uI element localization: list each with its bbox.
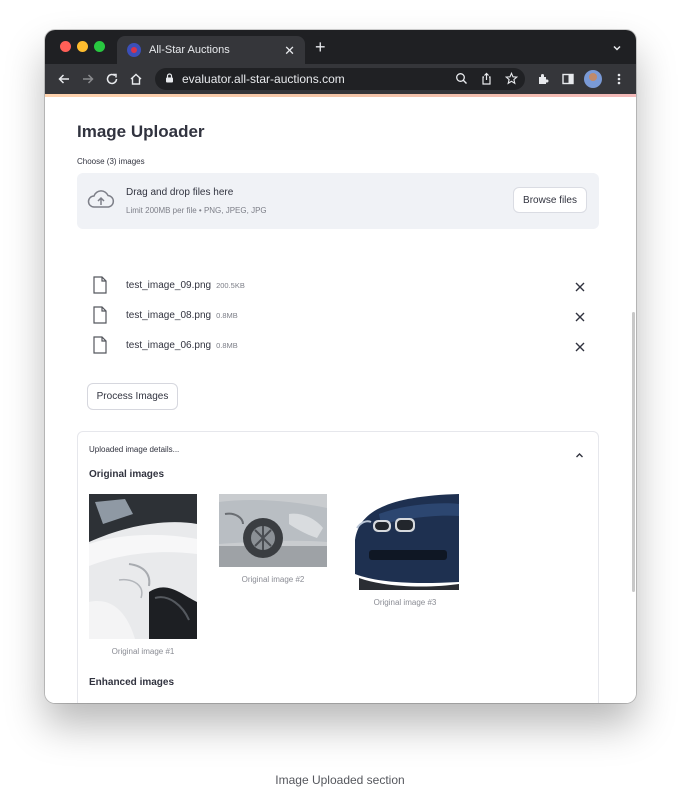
- remove-file-icon[interactable]: [575, 339, 585, 357]
- zoom-icon[interactable]: [455, 72, 468, 90]
- chevron-up-icon[interactable]: [575, 446, 584, 464]
- site-favicon-icon: [127, 43, 141, 57]
- process-images-button[interactable]: Process Images: [87, 383, 178, 410]
- uploaded-file-row: test_image_09.png 200.5KB: [93, 276, 593, 296]
- browser-title-bar: All-Star Auctions ✕ +: [45, 30, 636, 64]
- lock-icon: [165, 70, 174, 88]
- enhanced-images-heading: Enhanced images: [89, 677, 175, 688]
- cloud-upload-icon: [87, 189, 115, 216]
- side-panel-icon[interactable]: [560, 71, 576, 87]
- window-controls: [60, 41, 105, 52]
- dropzone-limit: Limit 200MB per file • PNG, JPEG, JPG: [126, 206, 267, 215]
- image-details-expander: Uploaded image details... Original image…: [77, 431, 599, 703]
- file-size: 200.5KB: [216, 281, 245, 290]
- file-name: test_image_09.png: [126, 280, 212, 291]
- dropzone-title: Drag and drop files here: [126, 187, 234, 198]
- page-title: Image Uploader: [77, 122, 205, 141]
- file-icon: [93, 306, 107, 329]
- screenshot-stage: All-Star Auctions ✕ + evaluator.all-star…: [0, 0, 680, 792]
- file-icon: [93, 276, 107, 299]
- minimize-window-button[interactable]: [77, 41, 88, 52]
- address-bar[interactable]: evaluator.all-star-auctions.com: [155, 68, 525, 90]
- app-content: Image Uploader Choose (3) images Drag an…: [45, 97, 636, 703]
- page-scrollbar[interactable]: [632, 312, 635, 592]
- maximize-window-button[interactable]: [94, 41, 105, 52]
- figure-caption: Image Uploaded section: [275, 773, 405, 787]
- file-dropzone[interactable]: Drag and drop files here Limit 200MB per…: [77, 173, 599, 229]
- uploaded-file-row: test_image_06.png 0.8MB: [93, 336, 593, 356]
- remove-file-icon[interactable]: [575, 309, 585, 327]
- browser-toolbar: evaluator.all-star-auctions.com: [45, 64, 636, 94]
- share-icon[interactable]: [480, 72, 493, 90]
- original-image-2: [219, 494, 327, 567]
- browser-window: All-Star Auctions ✕ + evaluator.all-star…: [45, 30, 636, 703]
- reload-icon[interactable]: [103, 70, 121, 88]
- new-tab-icon[interactable]: +: [315, 38, 326, 56]
- file-icon: [93, 336, 107, 359]
- uploaded-file-row: test_image_08.png 0.8MB: [93, 306, 593, 326]
- original-images-heading: Original images: [89, 469, 165, 480]
- file-name: test_image_06.png: [126, 340, 212, 351]
- image-caption: Original image #1: [111, 647, 175, 656]
- image-caption: Original image #2: [241, 575, 305, 584]
- close-window-button[interactable]: [60, 41, 71, 52]
- avatar: [584, 70, 602, 88]
- uploader-label: Choose (3) images: [77, 157, 145, 166]
- tab-search-chevron-icon[interactable]: [612, 40, 622, 58]
- home-icon[interactable]: [127, 70, 145, 88]
- file-size: 0.8MB: [216, 341, 238, 350]
- image-caption: Original image #3: [373, 598, 437, 607]
- tab-close-icon[interactable]: ✕: [284, 44, 295, 57]
- original-image-3: [351, 494, 459, 590]
- back-arrow-icon[interactable]: [55, 70, 73, 88]
- url-text: evaluator.all-star-auctions.com: [182, 72, 345, 86]
- browser-tab[interactable]: All-Star Auctions ✕: [117, 36, 305, 64]
- tab-title: All-Star Auctions: [149, 44, 230, 56]
- original-image-1: [89, 494, 197, 639]
- star-icon[interactable]: [504, 71, 519, 90]
- file-size: 0.8MB: [216, 311, 238, 320]
- more-menu-icon[interactable]: [611, 71, 627, 87]
- profile-button[interactable]: [584, 70, 602, 88]
- browse-files-button[interactable]: Browse files: [513, 187, 587, 213]
- expander-title[interactable]: Uploaded image details...: [89, 445, 179, 454]
- remove-file-icon[interactable]: [575, 279, 585, 297]
- forward-arrow-icon[interactable]: [79, 70, 97, 88]
- extensions-icon[interactable]: [535, 71, 551, 87]
- file-name: test_image_08.png: [126, 310, 212, 321]
